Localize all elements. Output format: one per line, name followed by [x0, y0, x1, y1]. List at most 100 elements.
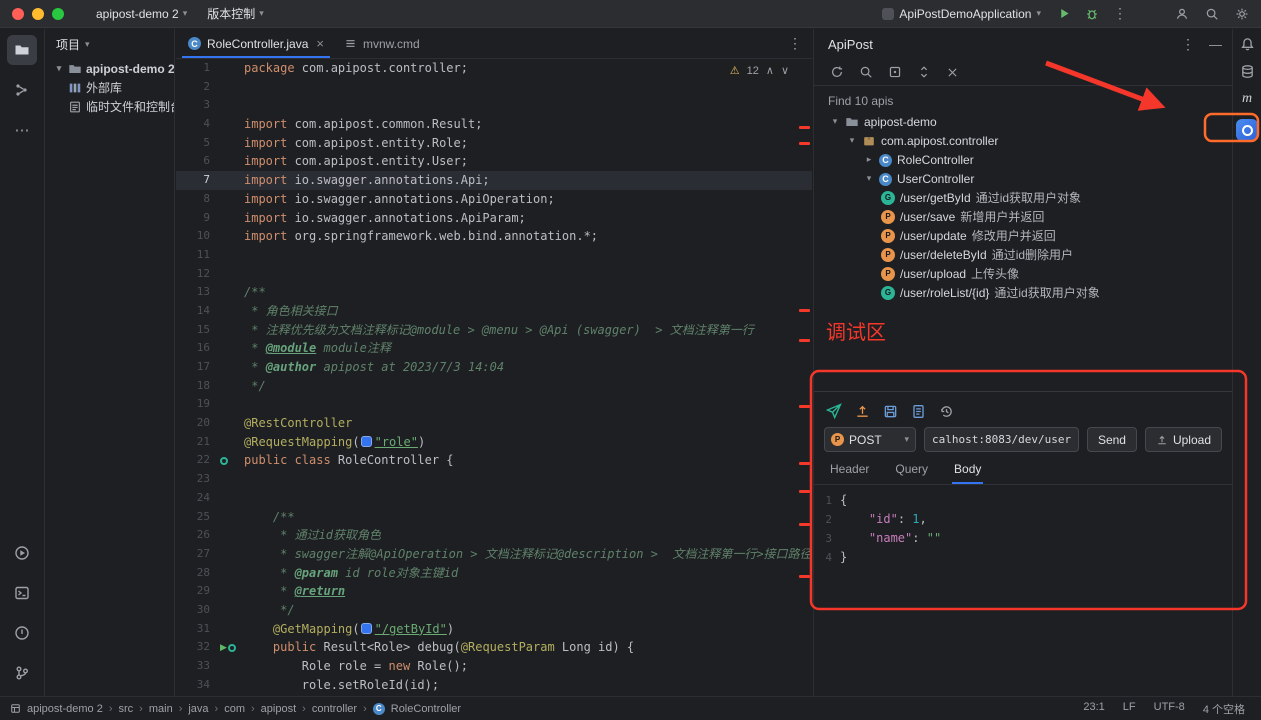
gutter[interactable] [218, 377, 244, 396]
apipost-plugin-button[interactable] [1236, 119, 1258, 141]
code-line[interactable]: 28 * @param id role对象主键id [176, 564, 812, 583]
code-line[interactable]: 3 [176, 96, 812, 115]
breadcrumb-item[interactable]: com [224, 703, 245, 715]
tree-chevron-icon[interactable]: ▸ [864, 154, 874, 165]
api-item[interactable]: P/user/update修改用户并返回 [814, 226, 1232, 245]
api-item[interactable]: G/user/roleList/{id}通过id获取用户对象 [814, 283, 1232, 302]
gutter[interactable] [218, 676, 244, 695]
code-line[interactable]: 7import io.swagger.annotations.Api; [176, 171, 812, 190]
url-input[interactable] [924, 427, 1079, 452]
git-tool-window-button[interactable] [7, 658, 37, 688]
gutter[interactable] [218, 265, 244, 284]
code-line[interactable]: 15 * 注释优先级为文档注释标记@module > @menu > @Api … [176, 321, 812, 340]
code-line[interactable]: 16 * @module module注释 [176, 339, 812, 358]
error-stripe-mark[interactable] [799, 405, 810, 408]
code-line[interactable]: 13/** [176, 283, 812, 302]
send-button[interactable]: Send [1087, 427, 1137, 452]
code-line[interactable]: 27 * swagger注解@ApiOperation > 文档注释标记@des… [176, 545, 812, 564]
code-line[interactable]: 20@RestController [176, 414, 812, 433]
code-line[interactable]: 8import io.swagger.annotations.ApiOperat… [176, 190, 812, 209]
gutter[interactable] [218, 601, 244, 620]
next-problem-icon[interactable]: ∨ [781, 64, 789, 77]
gutter[interactable] [218, 152, 244, 171]
gutter[interactable] [218, 582, 244, 601]
run-configuration-selector[interactable]: ApiPostDemoApplication ▾ [878, 7, 1045, 21]
close-tab-icon[interactable]: × [316, 36, 324, 51]
gutter[interactable] [218, 321, 244, 340]
error-stripe-mark[interactable] [799, 575, 810, 578]
gutter[interactable] [218, 115, 244, 134]
body-line[interactable]: 1{ [814, 491, 1232, 510]
mapping-inlay-icon[interactable] [361, 623, 372, 634]
gutter[interactable] [218, 564, 244, 583]
gutter[interactable] [218, 545, 244, 564]
code-line[interactable]: 33 Role role = new Role(); [176, 657, 812, 676]
run-tool-window-button[interactable] [7, 538, 37, 568]
docs-icon[interactable] [911, 404, 926, 419]
code-line[interactable]: 34 role.setRoleId(id); [176, 676, 812, 695]
code-line[interactable]: 31 @GetMapping("/getById") [176, 620, 812, 639]
export-icon[interactable] [855, 404, 870, 419]
locate-icon[interactable] [888, 65, 902, 79]
tree-node[interactable]: ▾com.apipost.controller [814, 131, 1232, 150]
breadcrumb[interactable]: apipost-demo 2›src›main›java›com›apipost… [0, 703, 461, 715]
search-icon[interactable] [1203, 5, 1221, 23]
more-tool-windows-icon[interactable]: ⋯ [7, 115, 37, 145]
send-request-icon[interactable] [826, 403, 842, 419]
refresh-icon[interactable] [830, 65, 844, 79]
maximize-window-button[interactable] [52, 8, 64, 20]
caret-position[interactable]: 23:1 [1083, 701, 1104, 717]
tab-query[interactable]: Query [895, 462, 928, 484]
breadcrumb-item[interactable]: controller [312, 703, 357, 715]
error-stripe-mark[interactable] [799, 126, 810, 129]
history-icon[interactable] [939, 404, 954, 419]
error-stripe-mark[interactable] [799, 309, 810, 312]
save-icon[interactable] [883, 404, 898, 419]
gutter[interactable] [218, 171, 244, 190]
gutter[interactable] [218, 209, 244, 228]
project-selector[interactable]: apipost-demo 2 ▾ [86, 0, 197, 27]
gutter[interactable] [218, 620, 244, 639]
gutter[interactable] [218, 358, 244, 377]
tab-body[interactable]: Body [954, 462, 981, 484]
gutter[interactable] [218, 246, 244, 265]
breadcrumb-item[interactable]: apipost [261, 703, 296, 715]
gutter[interactable] [218, 59, 244, 78]
gutter[interactable]: ▶ [218, 638, 244, 657]
settings-gear-icon[interactable] [1233, 5, 1251, 23]
project-tree-item[interactable]: ▾apipost-demo 2 [ap [46, 59, 174, 78]
code-line[interactable]: 32▶ public Result<Role> debug(@RequestPa… [176, 638, 812, 657]
code-line[interactable]: 12 [176, 265, 812, 284]
code-line[interactable]: 14 * 角色相关接口 [176, 302, 812, 321]
code-line[interactable]: 4import com.apipost.common.Result; [176, 115, 812, 134]
tree-chevron-icon[interactable]: ▾ [847, 135, 857, 146]
inspections-widget[interactable]: ⚠ 12 ∧ ∨ [723, 62, 796, 79]
gutter[interactable] [218, 508, 244, 527]
project-tool-window-button[interactable] [7, 35, 37, 65]
maven-tool-window-button[interactable]: m [1242, 91, 1252, 107]
code-line[interactable]: 18 */ [176, 377, 812, 396]
minimize-panel-icon[interactable]: — [1209, 37, 1222, 52]
code-line[interactable]: 6import com.apipost.entity.User; [176, 152, 812, 171]
code-line[interactable]: 24 [176, 489, 812, 508]
api-item[interactable]: P/user/save新增用户并返回 [814, 207, 1232, 226]
code-line[interactable]: 29 * @return [176, 582, 812, 601]
line-separator[interactable]: LF [1123, 701, 1136, 717]
gutter[interactable] [218, 339, 244, 358]
gutter[interactable] [218, 657, 244, 676]
body-line[interactable]: 4} [814, 548, 1232, 567]
gutter[interactable] [218, 526, 244, 545]
code-area[interactable]: 1package com.apipost.controller;234impor… [176, 59, 812, 694]
window-controls[interactable] [0, 8, 78, 20]
gutter[interactable] [218, 414, 244, 433]
problems-tool-window-button[interactable] [7, 618, 37, 648]
gutter[interactable] [218, 489, 244, 508]
tree-node[interactable]: ▸CRoleController [814, 150, 1232, 169]
search-icon[interactable] [859, 65, 873, 79]
apipost-gutter-icon[interactable] [228, 644, 236, 652]
gutter[interactable] [218, 451, 244, 470]
debug-button[interactable] [1083, 5, 1101, 23]
code-line[interactable]: 19 [176, 395, 812, 414]
project-tree-item[interactable]: 临时文件和控制台 [46, 97, 174, 116]
breadcrumb-item[interactable]: apipost-demo 2 [27, 703, 103, 715]
